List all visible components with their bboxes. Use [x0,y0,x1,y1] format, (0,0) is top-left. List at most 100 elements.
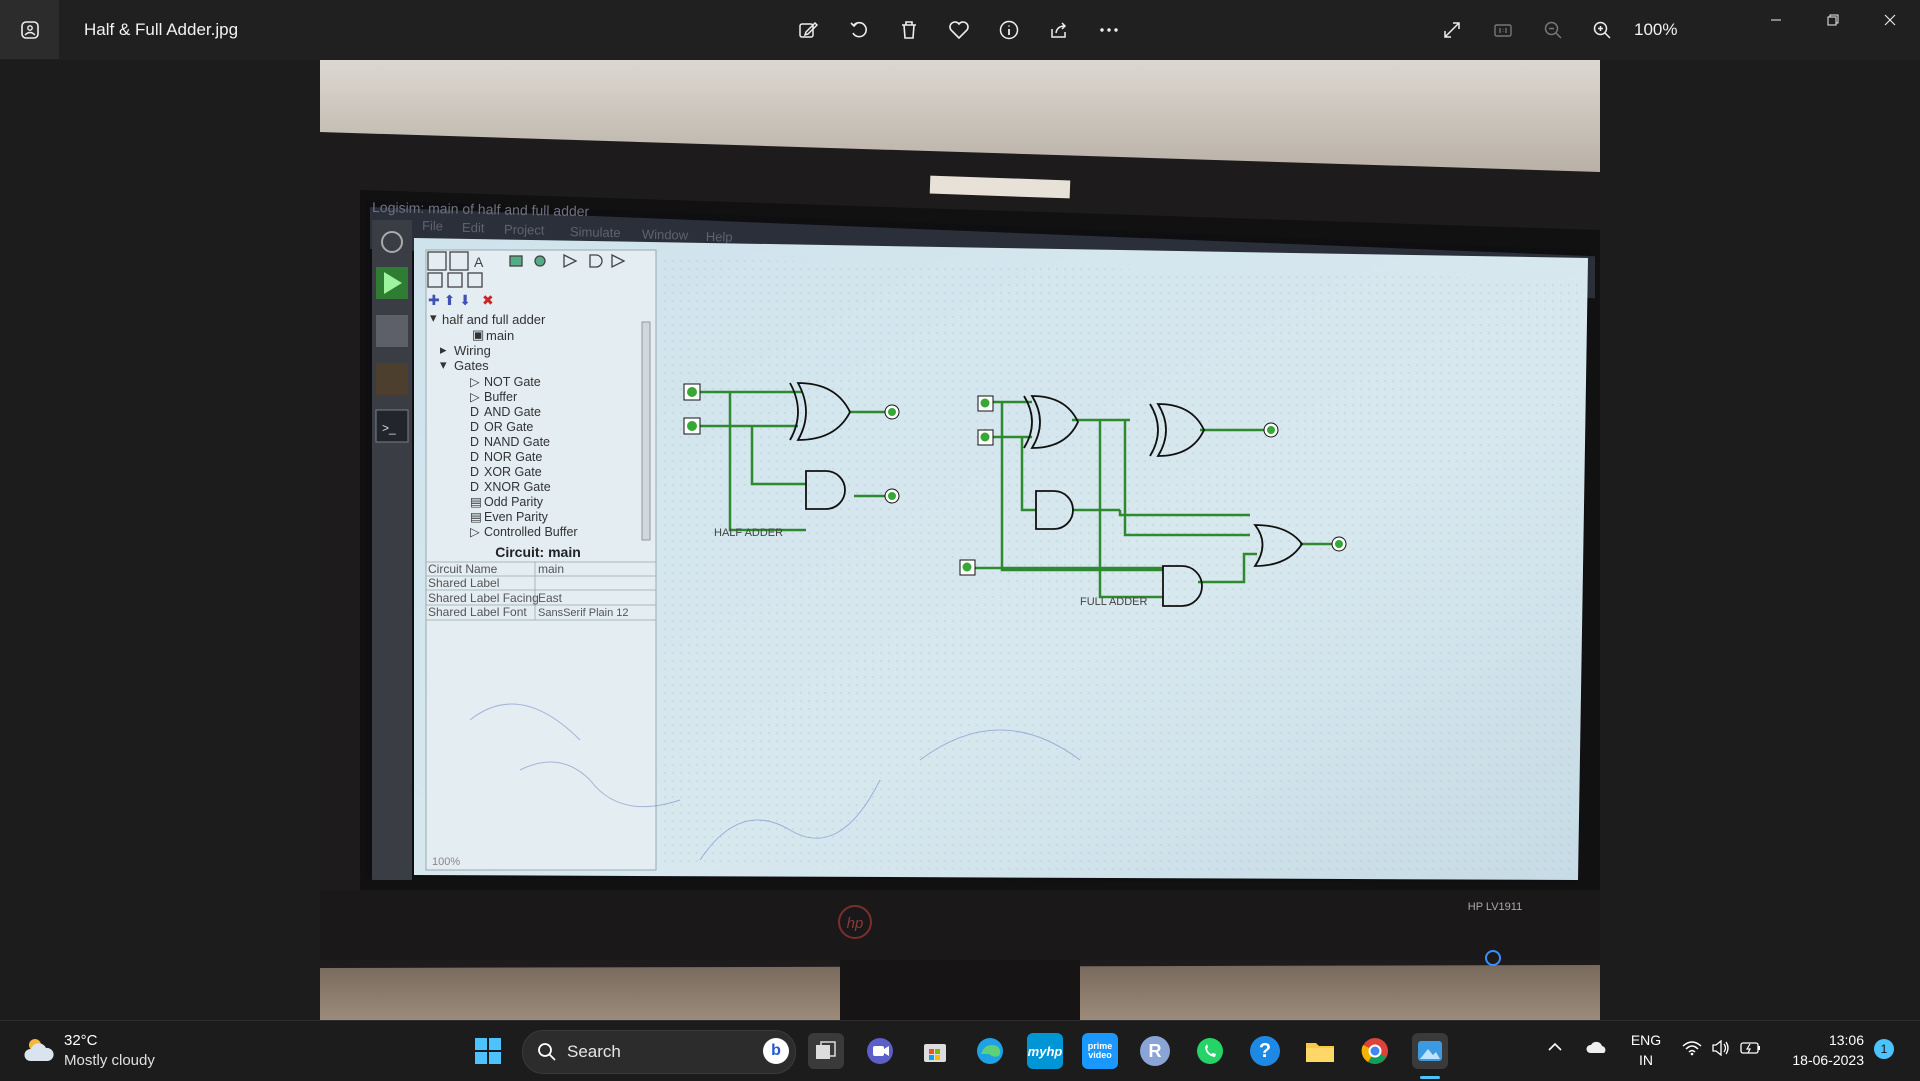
attr-value-3: SansSerif Plain 12 [538,607,629,619]
search-box[interactable]: Search b [522,1030,796,1074]
tree-circuit-main: main [486,328,514,343]
menu-edit: Edit [462,220,485,235]
bing-icon[interactable]: b [763,1038,789,1064]
share-icon [1051,22,1067,38]
tree-gate-or: OR Gate [484,420,533,434]
taskbar: 32°C Mostly cloudy Search b myhp prime vi… [0,1020,1920,1081]
svg-text:▤: ▤ [470,495,482,509]
show-hidden-icons[interactable] [1547,1039,1563,1060]
svg-text:D: D [470,435,479,449]
tree-gate-nor: NOR Gate [484,450,542,464]
minimize-button[interactable] [1754,8,1798,32]
more-button[interactable] [1093,14,1125,46]
fullscreen-button[interactable] [1436,14,1468,46]
r-app-icon[interactable]: R [1137,1033,1173,1069]
tree-controlled-buffer: Controlled Buffer [484,525,578,539]
more-icon [1100,28,1118,32]
edit-image-button[interactable] [792,14,824,46]
attr-name-3: Shared Label Font [428,605,527,619]
edge-icon[interactable] [972,1033,1008,1069]
info-icon [999,20,1019,40]
search-label: Search [567,1042,621,1061]
myhp-icon[interactable]: myhp [1027,1033,1063,1069]
attr-name-2: Shared Label Facing [428,591,539,605]
fullscreen-icon [1444,22,1460,38]
chevron-up-icon [1548,1042,1562,1051]
store-icon[interactable] [917,1033,953,1069]
favorite-button[interactable] [943,14,975,46]
photos-icon[interactable] [1412,1033,1448,1069]
monitor-screen: Logisim: main of half and full adder >_ … [365,199,1595,883]
delete-button[interactable] [893,14,925,46]
svg-text:▸: ▸ [440,342,447,357]
zoom-out-icon [1544,21,1562,39]
windows-icon [475,1038,501,1064]
tree-gate-and: AND Gate [484,405,541,419]
svg-text:▾: ▾ [430,310,437,325]
restore-icon [1827,14,1839,26]
weather-temp[interactable]: 32°C [64,1032,98,1049]
close-icon [1884,14,1896,26]
tree-gate-nand: NAND Gate [484,435,550,449]
language-indicator[interactable]: ENG [1628,1032,1664,1048]
svg-text:✖: ✖ [482,292,494,308]
notification-badge[interactable]: 1 [1874,1039,1894,1059]
search-icon [538,1043,556,1061]
full-adder-label: FULL ADDER [1080,596,1148,608]
menu-help: Help [706,229,733,245]
svg-text:▷: ▷ [470,390,480,404]
svg-text:>_: >_ [382,421,396,435]
tree-odd-parity: Odd Parity [484,495,544,509]
half-adder-label: HALF ADDER [714,527,783,539]
volume-icon[interactable] [1711,1039,1731,1061]
zoom-in-icon [1593,21,1611,39]
share-button[interactable] [1043,14,1075,46]
active-app-indicator [1420,1076,1440,1079]
tree-gate-xor: XOR Gate [484,465,542,479]
teams-icon[interactable] [862,1033,898,1069]
tree-gate-xnor: XNOR Gate [484,480,551,494]
attr-value-2: East [538,591,563,605]
actual-size-icon [1494,24,1512,37]
tree-gate-not: NOT Gate [484,375,541,389]
file-explorer-icon[interactable] [1302,1033,1338,1069]
task-view-icon[interactable] [808,1033,844,1069]
weather-widget[interactable] [22,1035,56,1070]
svg-text:D: D [470,465,479,479]
clock-time[interactable]: 13:06 [1780,1032,1864,1048]
svg-text:D: D [470,405,479,419]
minimize-icon [1771,19,1781,21]
svg-text:▣: ▣ [472,327,484,342]
restore-button[interactable] [1811,8,1855,32]
zoom-level[interactable]: 100% [1634,20,1677,40]
clock-date[interactable]: 18-06-2023 [1780,1052,1864,1068]
region-indicator[interactable]: IN [1628,1052,1664,1068]
hp-logo: hp [847,915,864,932]
monitor-model: HP LV1911 [1468,901,1522,913]
zoom-in-button[interactable] [1586,14,1618,46]
menu-file: File [422,218,443,233]
info-button[interactable] [993,14,1025,46]
close-button[interactable] [1868,8,1912,32]
whatsapp-icon[interactable] [1192,1033,1228,1069]
svg-text:D: D [470,420,479,434]
zoom-status: 100% [432,856,460,868]
tree-gate-buffer: Buffer [484,390,517,404]
onedrive-icon[interactable] [1586,1039,1608,1060]
help-icon[interactable]: ? [1247,1033,1283,1069]
svg-text:D: D [470,480,479,494]
menu-simulate: Simulate [570,224,621,240]
menu-window: Window [642,227,689,243]
delete-icon [902,21,916,39]
prime-video-icon[interactable]: prime video [1082,1033,1118,1069]
chrome-icon[interactable] [1357,1033,1393,1069]
rotate-button[interactable] [843,14,875,46]
battery-icon[interactable] [1740,1040,1762,1061]
attr-name-1: Shared Label [428,576,499,590]
weather-desc[interactable]: Mostly cloudy [64,1052,155,1069]
start-button[interactable] [472,1035,504,1067]
wifi-icon[interactable] [1682,1040,1702,1061]
actual-size-button[interactable] [1487,14,1519,46]
svg-text:▤: ▤ [470,510,482,524]
zoom-out-button[interactable] [1537,14,1569,46]
